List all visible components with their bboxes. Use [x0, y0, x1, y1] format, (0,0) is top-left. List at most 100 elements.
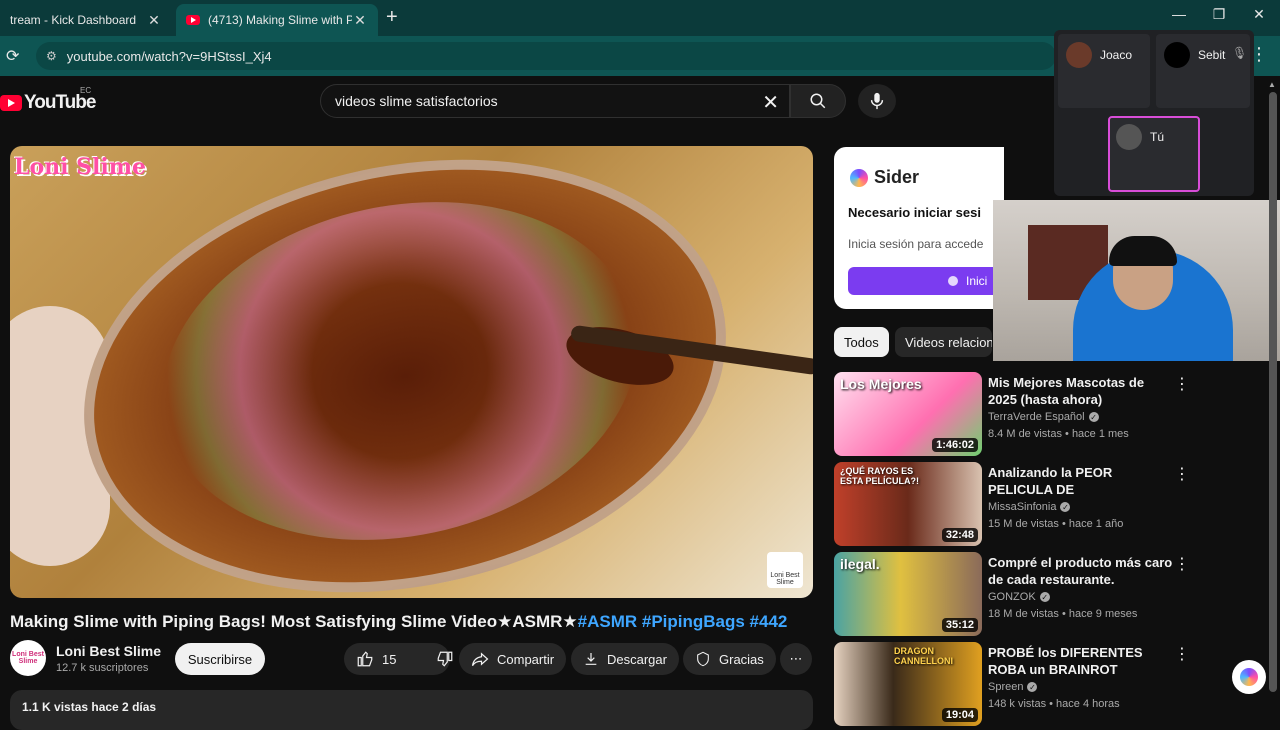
- subscriber-count: 12.7 k suscriptores: [56, 662, 149, 674]
- channel-avatar[interactable]: Loni Best Slime: [10, 640, 46, 676]
- more-vert-icon[interactable]: ⋮: [1174, 374, 1190, 394]
- site-info-icon[interactable]: ⚙: [46, 49, 57, 63]
- like-button[interactable]: 15: [344, 643, 408, 675]
- list-item[interactable]: Los Mejores 1:46:02 Mis Mejores Mascotas…: [834, 372, 1274, 456]
- participant-name: Joaco: [1100, 48, 1133, 62]
- verified-icon: ✓: [1039, 592, 1050, 602]
- participant-tile[interactable]: Joaco: [1058, 34, 1150, 108]
- badge-text: Loni Best Slime: [770, 572, 800, 586]
- list-item[interactable]: ¿QUÉ RAYOS ES ESTA PELÍCULA?! 32:48 Anal…: [834, 462, 1274, 546]
- search-button[interactable]: [790, 84, 846, 118]
- restore-button[interactable]: ❐: [1204, 6, 1234, 23]
- share-icon: [471, 652, 489, 667]
- video-duration: 32:48: [941, 528, 978, 542]
- chip-related[interactable]: Videos relacionados: [895, 327, 992, 357]
- rec-title[interactable]: PROBÉ los DIFERENTES ROBA un BRAINROT: [988, 644, 1173, 678]
- sider-logo-icon: [850, 168, 868, 187]
- thumbs-down-icon: [438, 651, 453, 667]
- rec-channel[interactable]: Spreen ✓: [988, 681, 1038, 693]
- rec-channel-name: Spreen: [988, 681, 1024, 693]
- tab-title: (4713) Making Slime with Pipin: [208, 13, 352, 27]
- thanks-button[interactable]: Gracias: [683, 643, 776, 675]
- share-label: Compartir: [497, 651, 555, 667]
- description-box[interactable]: 1.1 K vistas hace 2 días: [10, 690, 813, 730]
- video-title: Making Slime with Piping Bags! Most Sati…: [10, 612, 813, 632]
- muted-mic-icon: 🎙: [1232, 46, 1248, 60]
- like-count: 15: [382, 651, 397, 667]
- more-vert-icon[interactable]: ⋮: [1174, 464, 1190, 484]
- window-close-button[interactable]: ✕: [1244, 6, 1274, 23]
- sider-floating-button[interactable]: [1232, 660, 1266, 694]
- download-icon: [585, 653, 597, 665]
- share-button[interactable]: Compartir: [459, 643, 567, 675]
- views-and-date: 1.1 K vistas hace 2 días: [22, 700, 157, 714]
- video-player[interactable]: Loni Slime Loni Best Slime: [10, 146, 813, 598]
- rec-title[interactable]: Mis Mejores Mascotas de 2025 (hasta ahor…: [988, 374, 1173, 408]
- rec-channel-name: TerraVerde Español: [988, 411, 1085, 423]
- rec-channel[interactable]: MissaSinfonia ✓: [988, 501, 1071, 513]
- tab-title: tream - Kick Dashboard: [10, 13, 137, 27]
- channel-watermark-badge[interactable]: Loni Best Slime: [767, 552, 803, 588]
- video-thumbnail[interactable]: DRAGON CANNELLONI 19:04: [834, 642, 982, 726]
- microphone-icon: [870, 92, 884, 110]
- video-thumbnail[interactable]: Los Mejores 1:46:02: [834, 372, 982, 456]
- voice-search-button[interactable]: [858, 84, 896, 118]
- rec-title[interactable]: Analizando la PEOR PELICULA DE ALIENIGEN…: [988, 464, 1173, 498]
- thumbnail-text: Los Mejores: [840, 376, 922, 392]
- search-icon: [810, 93, 826, 109]
- minimize-button[interactable]: —: [1164, 6, 1194, 22]
- download-label: Descargar: [607, 651, 667, 667]
- rec-channel[interactable]: TerraVerde Español ✓: [988, 411, 1099, 423]
- avatar-text: Loni Best Slime: [12, 651, 44, 665]
- more-vert-icon[interactable]: ⋮: [1174, 644, 1190, 664]
- participant-name: Sebit: [1198, 48, 1226, 62]
- rec-channel-name: GONZOK: [988, 591, 1036, 603]
- verified-icon: ✓: [1027, 682, 1038, 692]
- super-thanks-icon: [697, 651, 709, 667]
- call-participants-overlay: Joaco Sebit 🎙 Tú: [1054, 30, 1254, 196]
- sider-login-button[interactable]: Inici: [848, 267, 1004, 295]
- webcam-person-hair: [1109, 236, 1177, 266]
- video-hashtags[interactable]: #ASMR #PipingBags #442: [578, 612, 788, 631]
- video-duration: 35:12: [941, 618, 978, 632]
- rec-channel[interactable]: GONZOK ✓: [988, 591, 1050, 603]
- url-field[interactable]: ⚙ youtube.com/watch?v=9HStssI_Xj4: [36, 42, 1056, 70]
- rec-title[interactable]: Compré el producto más caro de cada rest…: [988, 554, 1173, 588]
- page-scrollbar[interactable]: [1269, 92, 1277, 692]
- list-item[interactable]: ilegal. 35:12 Compré el producto más car…: [834, 552, 1274, 636]
- participant-name: Tú: [1150, 130, 1165, 144]
- avatar: [1164, 42, 1190, 68]
- tab-youtube-video[interactable]: (4713) Making Slime with Pipin ✕: [176, 4, 378, 36]
- participant-tile-self[interactable]: Tú: [1108, 116, 1200, 192]
- webcam-overlay: [993, 200, 1280, 361]
- chip-all[interactable]: Todos: [834, 327, 889, 357]
- youtube-logo[interactable]: YouTube EC: [0, 86, 96, 114]
- download-button[interactable]: Descargar: [571, 643, 679, 675]
- list-item[interactable]: DRAGON CANNELLONI 19:04 PROBÉ los DIFERE…: [834, 642, 1274, 726]
- reload-icon[interactable]: ⟳: [6, 46, 19, 66]
- rec-meta: 15 M de vistas • hace 1 año: [988, 518, 1124, 530]
- search-input[interactable]: videos slime satisfactorios ✕: [320, 84, 790, 118]
- channel-name[interactable]: Loni Best Slime: [56, 643, 161, 659]
- rec-channel-name: MissaSinfonia: [988, 501, 1057, 513]
- search-value: videos slime satisfactorios: [335, 93, 498, 109]
- subscribe-button[interactable]: Suscribirse: [175, 643, 265, 675]
- avatar: [1066, 42, 1092, 68]
- rec-meta: 148 k vistas • hace 4 horas: [988, 698, 1120, 710]
- thumbnail-text: DRAGON CANNELLONI: [894, 646, 953, 666]
- new-tab-button[interactable]: +: [386, 6, 398, 29]
- video-watermark: Loni Slime: [14, 154, 147, 180]
- tab-kick-dashboard[interactable]: tream - Kick Dashboard ✕: [0, 4, 172, 36]
- close-icon[interactable]: ✕: [146, 12, 162, 29]
- more-vert-icon[interactable]: ⋮: [1174, 554, 1190, 574]
- clear-search-icon[interactable]: ✕: [762, 90, 779, 115]
- thumbnail-text: ¿QUÉ RAYOS ES ESTA PELÍCULA?!: [840, 466, 919, 486]
- sider-description: Inicia sesión para accede: [848, 237, 984, 251]
- participant-tile[interactable]: Sebit 🎙: [1156, 34, 1250, 108]
- sider-logo: Sider: [850, 167, 919, 188]
- video-thumbnail[interactable]: ¿QUÉ RAYOS ES ESTA PELÍCULA?! 32:48: [834, 462, 982, 546]
- scroll-up-arrow-icon[interactable]: ▲: [1268, 80, 1276, 89]
- video-thumbnail[interactable]: ilegal. 35:12: [834, 552, 982, 636]
- close-icon[interactable]: ✕: [352, 12, 368, 29]
- more-actions-button[interactable]: ⋯: [780, 643, 812, 675]
